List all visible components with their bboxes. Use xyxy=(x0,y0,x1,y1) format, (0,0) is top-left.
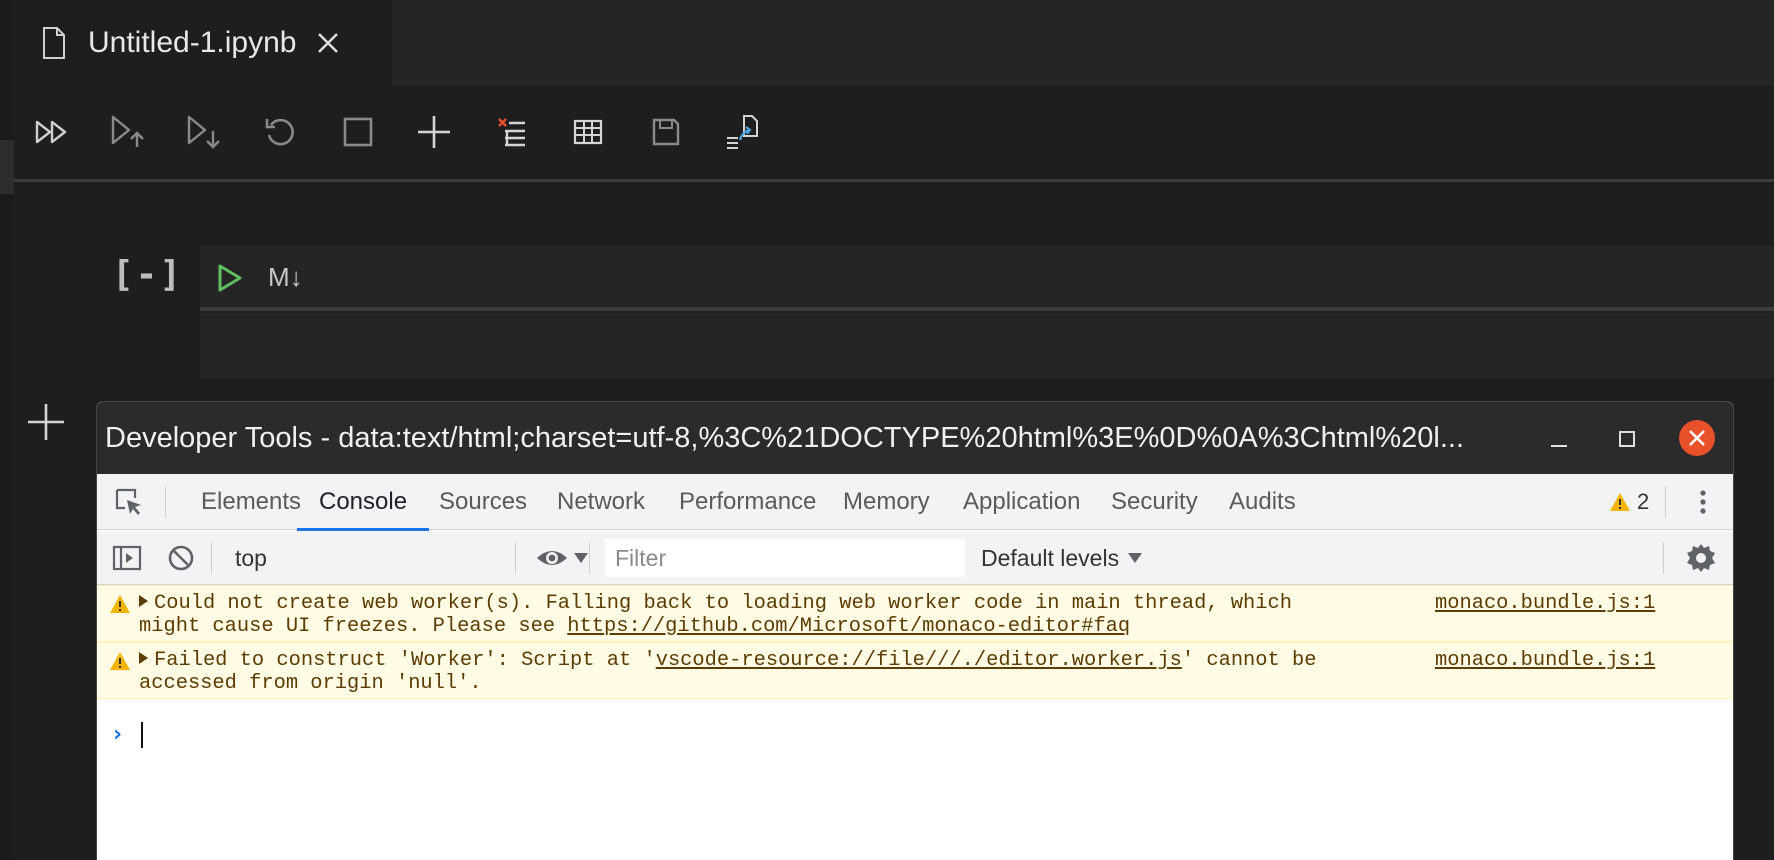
filter-input[interactable] xyxy=(605,539,965,577)
expand-message-icon[interactable] xyxy=(139,652,148,664)
run-cell-icon[interactable] xyxy=(216,262,244,294)
run-above-icon[interactable] xyxy=(106,110,150,154)
tab-bar-divider xyxy=(1665,486,1666,518)
warning-icon xyxy=(1610,493,1630,511)
cell-editor[interactable] xyxy=(200,313,1774,378)
activity-strip xyxy=(0,0,14,860)
message-source-link[interactable]: monaco.bundle.js:1 xyxy=(1435,649,1655,672)
message-text: Failed to construct 'Worker': Script at … xyxy=(154,649,656,672)
chevron-down-icon xyxy=(1128,553,1143,563)
tab-console[interactable]: Console xyxy=(297,474,430,531)
expand-message-icon[interactable] xyxy=(139,595,148,607)
activity-strip-marker xyxy=(0,140,14,194)
devtools-titlebar: Developer Tools - data:text/html;charset… xyxy=(97,402,1733,474)
console-message-text: Failed to construct 'Worker': Script at … xyxy=(139,649,1319,695)
console-prompt[interactable]: › xyxy=(97,714,1733,860)
cell-header xyxy=(200,246,1774,310)
message-link[interactable]: vscode-resource://file///./editor.worker… xyxy=(656,649,1182,672)
console-toolbar: top Default levels xyxy=(97,531,1733,585)
save-icon[interactable] xyxy=(644,110,688,154)
console-message: Could not create web worker(s). Falling … xyxy=(97,585,1733,642)
console-bar-divider xyxy=(515,542,516,574)
tab-memory[interactable]: Memory xyxy=(821,474,952,530)
devtools-window: Developer Tools - data:text/html;charset… xyxy=(97,402,1733,860)
console-bar-divider xyxy=(589,542,590,574)
maximize-icon[interactable] xyxy=(1611,424,1643,454)
console-input[interactable] xyxy=(139,718,1719,750)
run-below-icon[interactable] xyxy=(182,110,226,154)
close-window-button[interactable] xyxy=(1679,420,1715,456)
minimize-icon[interactable] xyxy=(1543,424,1575,454)
cell-execution-indicator: [-] xyxy=(112,254,184,295)
warning-icon xyxy=(109,651,131,671)
run-all-icon[interactable] xyxy=(30,110,74,154)
close-icon xyxy=(1689,430,1705,446)
console-bar-divider xyxy=(211,542,212,574)
context-value: top xyxy=(235,544,267,571)
editor-tab[interactable]: Untitled-1.ipynb xyxy=(14,0,392,86)
toolbar-divider xyxy=(14,179,1774,182)
console-bar-divider xyxy=(1663,542,1664,574)
close-icon[interactable] xyxy=(314,29,342,57)
clear-outputs-icon[interactable] xyxy=(490,110,534,154)
warning-counter[interactable]: 2 xyxy=(1609,486,1649,518)
warning-count: 2 xyxy=(1637,489,1650,514)
chevron-down-icon xyxy=(574,553,588,563)
tab-network[interactable]: Network xyxy=(535,474,667,530)
file-icon xyxy=(42,27,66,59)
cell-header-divider xyxy=(200,307,1774,311)
tab-performance[interactable]: Performance xyxy=(657,474,838,530)
warning-icon xyxy=(109,594,131,614)
variables-icon[interactable] xyxy=(566,110,610,154)
prompt-chevron-icon: › xyxy=(113,722,123,747)
console-message-text: Could not create web worker(s). Falling … xyxy=(139,592,1319,638)
live-expression-eye-icon[interactable] xyxy=(535,542,567,574)
log-levels-dropdown[interactable]: Default levels xyxy=(971,539,1153,577)
devtools-tab-bar: Elements Console Sources Network Perform… xyxy=(97,474,1733,531)
show-sidebar-icon[interactable] xyxy=(111,542,143,574)
log-levels-label: Default levels xyxy=(981,544,1120,571)
tab-title: Untitled-1.ipynb xyxy=(88,26,297,59)
export-icon[interactable] xyxy=(720,110,764,154)
tab-application[interactable]: Application xyxy=(941,474,1102,530)
add-cell-icon[interactable] xyxy=(26,402,66,442)
tab-audits[interactable]: Audits xyxy=(1207,474,1318,530)
more-options-icon[interactable] xyxy=(1693,486,1713,518)
console-message: Failed to construct 'Worker': Script at … xyxy=(97,642,1733,699)
gear-icon[interactable] xyxy=(1685,542,1717,574)
inspect-element-icon[interactable] xyxy=(113,486,145,518)
tab-bar-divider xyxy=(165,486,166,518)
devtools-window-title: Developer Tools - data:text/html;charset… xyxy=(105,421,1465,454)
clear-console-icon[interactable] xyxy=(165,542,197,574)
tab-security[interactable]: Security xyxy=(1089,474,1220,530)
markdown-toggle-button[interactable]: M↓ xyxy=(268,262,303,293)
message-link[interactable]: https://github.com/Microsoft/monaco-edit… xyxy=(567,615,1130,638)
tab-sources[interactable]: Sources xyxy=(417,474,549,530)
add-cell-icon[interactable] xyxy=(412,110,456,154)
restart-kernel-icon[interactable] xyxy=(258,110,302,154)
interrupt-icon[interactable] xyxy=(336,110,380,154)
message-source-link[interactable]: monaco.bundle.js:1 xyxy=(1435,592,1655,615)
